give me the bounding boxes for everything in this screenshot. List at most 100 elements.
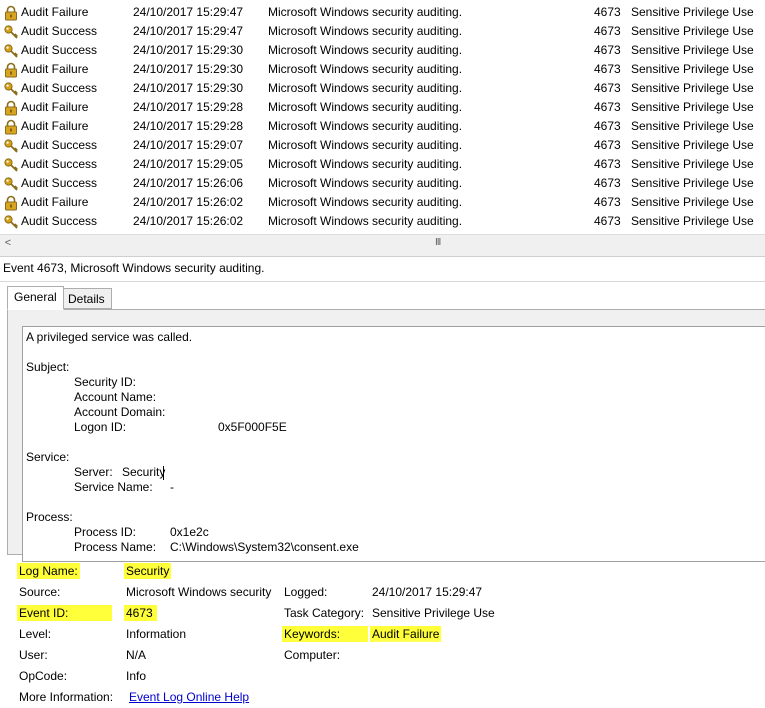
event-category-cell: Sensitive Privilege Use: [631, 195, 754, 209]
event-date-cell: 24/10/2017 15:29:28: [133, 100, 244, 114]
event-row[interactable]: Audit Success 24/10/2017 15:29:05 Microsof…: [0, 155, 765, 174]
event-id-cell: 4673: [594, 176, 621, 190]
horizontal-scrollbar[interactable]: < III: [0, 234, 765, 251]
service-name-label: Service Name:: [74, 480, 153, 494]
event-id-cell: 4673: [594, 138, 621, 152]
event-row[interactable]: Audit Success 24/10/2017 15:29:30 Microsof…: [0, 41, 765, 60]
event-row[interactable]: Audit Failure 24/10/2017 15:26:02 Microsof…: [0, 193, 765, 212]
event-level-cell: Audit Failure: [21, 100, 89, 114]
key-icon: [3, 81, 19, 97]
event-level-cell: Audit Success: [21, 138, 98, 152]
lock-icon: [3, 195, 19, 211]
event-row[interactable]: Audit Failure 24/10/2017 15:29:47 Microsof…: [0, 3, 765, 22]
event-category-cell: Sensitive Privilege Use: [631, 81, 754, 95]
process-name-label: Process Name:: [74, 540, 157, 554]
event-category-cell: Sensitive Privilege Use: [631, 119, 754, 133]
event-level-cell: Audit Failure: [21, 119, 89, 133]
event-id-cell: 4673: [594, 195, 621, 209]
source-value: Microsoft Windows security: [126, 585, 272, 599]
event-date-cell: 24/10/2017 15:26:06: [133, 176, 244, 190]
event-id-cell: 4673: [594, 62, 621, 76]
event-id-label: Event ID:: [17, 605, 113, 621]
event-row[interactable]: Audit Failure 24/10/2017 15:29:28 Microsof…: [0, 98, 765, 117]
event-source-cell: Microsoft Windows security auditing.: [268, 100, 463, 114]
event-row[interactable]: Audit Failure 24/10/2017 15:29:30 Microsof…: [0, 60, 765, 79]
event-source-cell: Microsoft Windows security auditing.: [268, 176, 463, 190]
account-name-label: Account Name:: [74, 390, 157, 404]
service-name-value: -: [170, 480, 174, 494]
event-log-online-help-link[interactable]: Event Log Online Help: [129, 690, 249, 704]
event-category-cell: Sensitive Privilege Use: [631, 24, 754, 38]
event-source-cell: Microsoft Windows security auditing.: [268, 138, 463, 152]
key-icon: [3, 138, 19, 154]
pane-splitter[interactable]: [0, 251, 765, 257]
event-row[interactable]: Audit Success 24/10/2017 15:26:02 Microsof…: [0, 212, 765, 231]
task-category-value: Sensitive Privilege Use: [372, 606, 495, 620]
event-id-value: 4673: [124, 605, 157, 621]
event-category-cell: Sensitive Privilege Use: [631, 214, 754, 228]
event-date-cell: 24/10/2017 15:26:02: [133, 214, 244, 228]
text-cursor: [163, 466, 164, 480]
redaction-mark: [208, 385, 358, 399]
logon-id-value: 0x5F000F5E: [218, 420, 287, 434]
event-row[interactable]: Audit Success 24/10/2017 15:29:07 Microsof…: [0, 136, 765, 155]
event-id-cell: 4673: [594, 157, 621, 171]
redaction-mark: [213, 370, 373, 384]
event-level-cell: Audit Success: [21, 43, 98, 57]
keywords-label: Keywords:: [282, 626, 369, 642]
event-level-cell: Audit Failure: [21, 195, 89, 209]
scroll-thumb-grip-icon[interactable]: III: [435, 235, 441, 251]
event-date-cell: 24/10/2017 15:29:28: [133, 119, 244, 133]
event-source-cell: Microsoft Windows security auditing.: [268, 43, 463, 57]
level-value: Information: [126, 627, 187, 641]
server-label: Server:: [74, 465, 113, 479]
event-level-cell: Audit Success: [21, 176, 98, 190]
event-id-cell: 4673: [594, 214, 621, 228]
event-id-cell: 4673: [594, 24, 621, 38]
description-intro: A privileged service was called.: [26, 330, 193, 344]
level-label: Level:: [19, 627, 52, 641]
process-header: Process:: [26, 510, 73, 524]
tab-details[interactable]: Details: [61, 288, 112, 309]
more-information-label: More Information:: [19, 690, 114, 704]
process-id-label: Process ID:: [74, 525, 137, 539]
key-icon: [3, 214, 19, 230]
event-row[interactable]: Audit Failure 24/10/2017 15:29:28 Microsof…: [0, 117, 765, 136]
logged-label: Logged:: [284, 585, 328, 599]
process-id-value: 0x1e2c: [170, 525, 209, 539]
event-source-cell: Microsoft Windows security auditing.: [268, 62, 463, 76]
service-header: Service:: [26, 450, 70, 464]
general-tab-panel: A privileged service was called. Subject…: [7, 309, 765, 562]
event-row[interactable]: Audit Success 24/10/2017 15:26:06 Microsof…: [0, 174, 765, 193]
event-category-cell: Sensitive Privilege Use: [631, 5, 754, 19]
event-date-cell: 24/10/2017 15:29:05: [133, 157, 244, 171]
event-source-cell: Microsoft Windows security auditing.: [268, 5, 463, 19]
event-row[interactable]: Audit Success 24/10/2017 15:29:47 Microsof…: [0, 22, 765, 41]
event-id-cell: 4673: [594, 100, 621, 114]
process-name-value: C:\Windows\System32\consent.exe: [170, 540, 359, 554]
opcode-value: Info: [126, 669, 147, 683]
event-category-cell: Sensitive Privilege Use: [631, 138, 754, 152]
event-date-cell: 24/10/2017 15:29:07: [133, 138, 244, 152]
event-source-cell: Microsoft Windows security auditing.: [268, 81, 463, 95]
event-category-cell: Sensitive Privilege Use: [631, 100, 754, 114]
event-level-cell: Audit Failure: [21, 62, 89, 76]
logged-value: 24/10/2017 15:29:47: [372, 585, 483, 599]
scroll-left-arrow-icon[interactable]: <: [2, 235, 14, 251]
server-value: Security: [122, 465, 166, 479]
task-category-label: Task Category:: [284, 606, 365, 620]
lock-icon: [3, 119, 19, 135]
log-name-label: Log Name:: [17, 563, 80, 579]
event-row[interactable]: Audit Success 24/10/2017 15:29:30 Microsof…: [0, 79, 765, 98]
event-date-cell: 24/10/2017 15:29:47: [133, 24, 244, 38]
event-source-cell: Microsoft Windows security auditing.: [268, 195, 463, 209]
tab-general[interactable]: General: [7, 286, 64, 310]
redaction-mark: [370, 648, 570, 662]
lock-icon: [3, 5, 19, 21]
event-description-box[interactable]: A privileged service was called. Subject…: [22, 326, 765, 562]
event-source-cell: Microsoft Windows security auditing.: [268, 214, 463, 228]
event-date-cell: 24/10/2017 15:29:30: [133, 43, 244, 57]
event-category-cell: Sensitive Privilege Use: [631, 176, 754, 190]
keywords-value: Audit Failure: [370, 626, 442, 642]
opcode-label: OpCode:: [19, 669, 68, 683]
